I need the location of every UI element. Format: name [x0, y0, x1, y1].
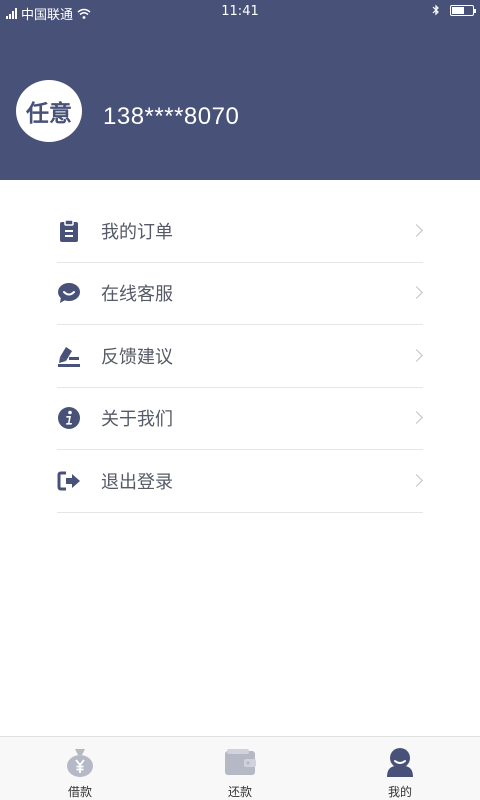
logout-icon [57, 469, 81, 493]
menu-item-label: 在线客服 [101, 284, 173, 306]
bluetooth-icon [432, 4, 439, 16]
money-bag-icon [64, 746, 96, 778]
chat-bubble-icon [57, 281, 81, 305]
tab-mine[interactable]: 我的 [320, 737, 480, 800]
menu-item-logout[interactable]: 退出登录 [57, 450, 423, 513]
user-phone-number: 138****8070 [103, 103, 240, 130]
avatar[interactable]: 任意 [16, 80, 82, 142]
status-bar: 中国联通 11:41 [0, 0, 480, 24]
status-time: 11:41 [221, 4, 259, 19]
info-icon [57, 406, 81, 430]
chevron-right-icon [410, 473, 423, 487]
battery-icon [450, 4, 476, 16]
edit-pen-icon [57, 344, 81, 368]
user-icon [384, 746, 416, 778]
tab-label: 我的 [387, 785, 412, 799]
menu-item-label: 反馈建议 [101, 346, 173, 368]
avatar-text: 任意 [26, 101, 72, 127]
menu-item-customer-service[interactable]: 在线客服 [57, 263, 423, 325]
menu-list: 我的订单 在线客服 反馈建议 关于我们 退出登录 [57, 200, 423, 513]
menu-item-feedback[interactable]: 反馈建议 [57, 325, 423, 388]
clipboard-icon [57, 219, 81, 243]
chevron-right-icon [410, 348, 423, 362]
wallet-icon [224, 746, 256, 778]
bottom-tab-bar: 借款 还款 我的 [0, 736, 480, 800]
menu-item-label: 退出登录 [101, 471, 173, 493]
chevron-right-icon [410, 223, 423, 237]
profile-header: 中国联通 11:41 任意 138****8070 [0, 0, 480, 180]
chevron-right-icon [410, 411, 423, 425]
chevron-right-icon [410, 286, 423, 300]
tab-label: 借款 [67, 785, 92, 799]
menu-item-about[interactable]: 关于我们 [57, 388, 423, 450]
menu-item-label: 关于我们 [101, 409, 173, 431]
tab-repay[interactable]: 还款 [160, 737, 320, 800]
tab-label: 还款 [227, 785, 252, 799]
tab-borrow[interactable]: 借款 [0, 737, 160, 800]
menu-item-orders[interactable]: 我的订单 [57, 200, 423, 263]
status-right [432, 4, 476, 16]
menu-item-label: 我的订单 [101, 221, 173, 243]
